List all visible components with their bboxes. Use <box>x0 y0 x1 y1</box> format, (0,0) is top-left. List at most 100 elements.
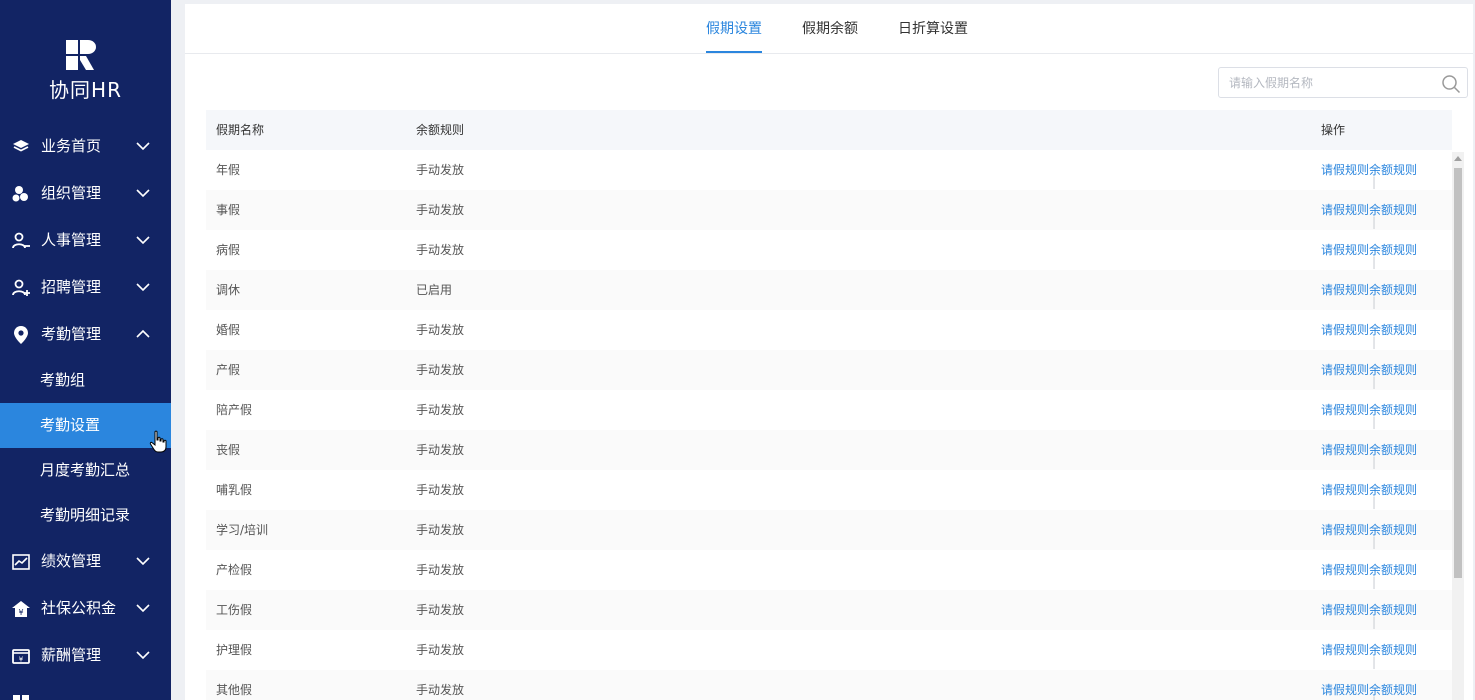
actions-cell: 请假规则|余额规则 <box>1321 482 1417 509</box>
leave-rule-link[interactable]: 请假规则 <box>1321 363 1369 377</box>
leave-rule-link[interactable]: 请假规则 <box>1321 683 1369 697</box>
balance-rule-link[interactable]: 余额规则 <box>1369 243 1417 257</box>
sidebar-subitem-attendance-settings[interactable]: 考勤设置 <box>0 403 171 448</box>
sidebar-item-recruit[interactable]: 招聘管理 <box>0 264 171 311</box>
balance-rule-link[interactable]: 余额规则 <box>1369 563 1417 577</box>
table-row: 事假 手动发放 请假规则 | 余额规则 <box>206 190 1452 230</box>
sidebar-subitem-detail-records[interactable]: 考勤明细记录 <box>0 493 171 538</box>
leave-rule-link[interactable]: 请假规则 <box>1321 323 1369 337</box>
balance-rule-link[interactable]: 余额规则 <box>1369 363 1417 377</box>
action-separator: | <box>1372 495 1377 509</box>
sidebar-item-performance[interactable]: 绩效管理 <box>0 538 171 585</box>
leave-rule-link[interactable]: 请假规则 <box>1321 563 1369 577</box>
chevron-down-icon <box>136 651 150 660</box>
leave-rule-link[interactable]: 请假规则 <box>1321 243 1369 257</box>
sidebar-item-org[interactable]: 组织管理 <box>0 170 171 217</box>
org-icon <box>12 186 28 202</box>
actions-cell: 请假规则|余额规则 <box>1321 202 1417 229</box>
actions-cell: 请假规则|余额规则 <box>1321 682 1417 700</box>
actions-cell: 请假规则|余额规则 <box>1321 402 1417 429</box>
sidebar-item-label: 薪酬管理 <box>41 646 102 664</box>
chevron-down-icon <box>136 604 150 613</box>
leave-rule-link[interactable]: 请假规则 <box>1321 163 1369 177</box>
actions-cell: 请假规则|余额规则 <box>1321 562 1417 589</box>
sidebar-item-general-settings-partial[interactable] <box>0 679 171 700</box>
layers-icon <box>13 140 29 152</box>
table-row: 哺乳假 手动发放 请假规则 | 余额规则 <box>206 470 1452 510</box>
balance-rule-link[interactable]: 余额规则 <box>1369 603 1417 617</box>
table-scrollbar[interactable] <box>1452 152 1464 700</box>
balance-rule-link[interactable]: 余额规则 <box>1369 403 1417 417</box>
balance-rule-cell: 手动发放 <box>416 523 465 537</box>
action-separator: | <box>1372 615 1377 629</box>
sidebar-subitem-monthly-summary[interactable]: 月度考勤汇总 <box>0 448 171 493</box>
active-tab-indicator <box>706 51 762 53</box>
balance-rule-link[interactable]: 余额规则 <box>1369 643 1417 657</box>
balance-rule-link[interactable]: 余额规则 <box>1369 163 1417 177</box>
leave-rule-link[interactable]: 请假规则 <box>1321 403 1369 417</box>
action-separator: | <box>1372 415 1377 429</box>
chevron-down-icon <box>136 189 150 198</box>
balance-rule-cell: 手动发放 <box>416 243 465 257</box>
sidebar-item-salary[interactable]: ¥ 薪酬管理 <box>0 632 171 679</box>
leave-rule-link[interactable]: 请假规则 <box>1321 283 1369 297</box>
brand-logo[interactable]: 协同HR <box>0 0 171 120</box>
tab-leave-settings[interactable]: 假期设置 <box>706 19 762 39</box>
leave-rule-link[interactable]: 请假规则 <box>1321 643 1369 657</box>
sidebar-item-home[interactable]: 业务首页 <box>0 123 171 170</box>
sidebar-item-label: 招聘管理 <box>41 278 102 296</box>
balance-rule-link[interactable]: 余额规则 <box>1369 683 1417 697</box>
sidebar-item-attendance[interactable]: 考勤管理 <box>0 311 171 358</box>
table-row: 工伤假 手动发放 请假规则 | 余额规则 <box>206 590 1452 630</box>
balance-rule-link[interactable]: 余额规则 <box>1369 523 1417 537</box>
balance-rule-link[interactable]: 余额规则 <box>1369 283 1417 297</box>
table-row: 学习/培训 手动发放 请假规则 | 余额规则 <box>206 510 1452 550</box>
leave-name-cell: 年假 <box>216 163 241 177</box>
actions-cell: 请假规则|余额规则 <box>1321 282 1417 309</box>
balance-rule-cell: 手动发放 <box>416 203 465 217</box>
tab-leave-balance[interactable]: 假期余额 <box>802 19 858 39</box>
leave-rule-link[interactable]: 请假规则 <box>1321 523 1369 537</box>
sidebar-item-label: 绩效管理 <box>41 552 102 570</box>
search-input[interactable] <box>1229 74 1429 92</box>
tab-daily-conversion[interactable]: 日折算设置 <box>898 19 968 39</box>
column-header-name: 假期名称 <box>216 123 265 137</box>
search-box <box>1218 67 1468 98</box>
scroll-up-arrow-icon[interactable] <box>1454 156 1462 161</box>
search-icon[interactable] <box>1441 74 1461 94</box>
leave-name-cell: 学习/培训 <box>216 523 269 537</box>
balance-rule-cell: 手动发放 <box>416 363 465 377</box>
leave-rule-link[interactable]: 请假规则 <box>1321 483 1369 497</box>
main-panel: 假期设置 假期余额 日折算设置 假期名称 余额规则 操作 年假手动发放请假规则|… <box>185 4 1473 700</box>
sidebar-item-personnel[interactable]: 人事管理 <box>0 217 171 264</box>
balance-rule-link[interactable]: 余额规则 <box>1369 323 1417 337</box>
table-row: 产假 手动发放 请假规则 | 余额规则 <box>206 350 1452 390</box>
balance-rule-cell: 已启用 <box>416 283 453 297</box>
balance-rule-link[interactable]: 余额规则 <box>1369 203 1417 217</box>
balance-rule-cell: 手动发放 <box>416 483 465 497</box>
action-separator: | <box>1372 694 1376 700</box>
sidebar-subitem-label: 考勤明细记录 <box>40 506 131 524</box>
scrollbar-thumb[interactable] <box>1454 168 1462 578</box>
leave-name-cell: 工伤假 <box>216 603 253 617</box>
location-pin-icon <box>14 326 28 344</box>
leave-name-cell: 调休 <box>216 283 241 297</box>
actions-cell: 请假规则|余额规则 <box>1321 642 1417 669</box>
sidebar-item-label: 考勤管理 <box>41 325 102 343</box>
svg-text:¥: ¥ <box>18 608 23 617</box>
leave-rule-link[interactable]: 请假规则 <box>1321 603 1369 617</box>
sidebar-subitem-label: 月度考勤汇总 <box>40 461 131 479</box>
sidebar-subitem-attendance-group[interactable]: 考勤组 <box>0 358 171 403</box>
leave-name-cell: 护理假 <box>216 643 253 657</box>
balance-rule-link[interactable]: 余额规则 <box>1369 443 1417 457</box>
sidebar-subitem-label: 考勤设置 <box>40 416 101 434</box>
hand-cursor-icon <box>149 430 167 453</box>
action-separator: | <box>1372 375 1377 389</box>
balance-rule-link[interactable]: 余额规则 <box>1369 483 1417 497</box>
sidebar-item-social-security[interactable]: ¥ 社保公积金 <box>0 585 171 632</box>
leave-rule-link[interactable]: 请假规则 <box>1321 203 1369 217</box>
leave-rule-link[interactable]: 请假规则 <box>1321 443 1369 457</box>
table-row: 调休 已启用 请假规则 | 余额规则 <box>206 270 1452 310</box>
leave-name-cell: 产假 <box>216 363 241 377</box>
action-separator: | <box>1372 255 1377 269</box>
